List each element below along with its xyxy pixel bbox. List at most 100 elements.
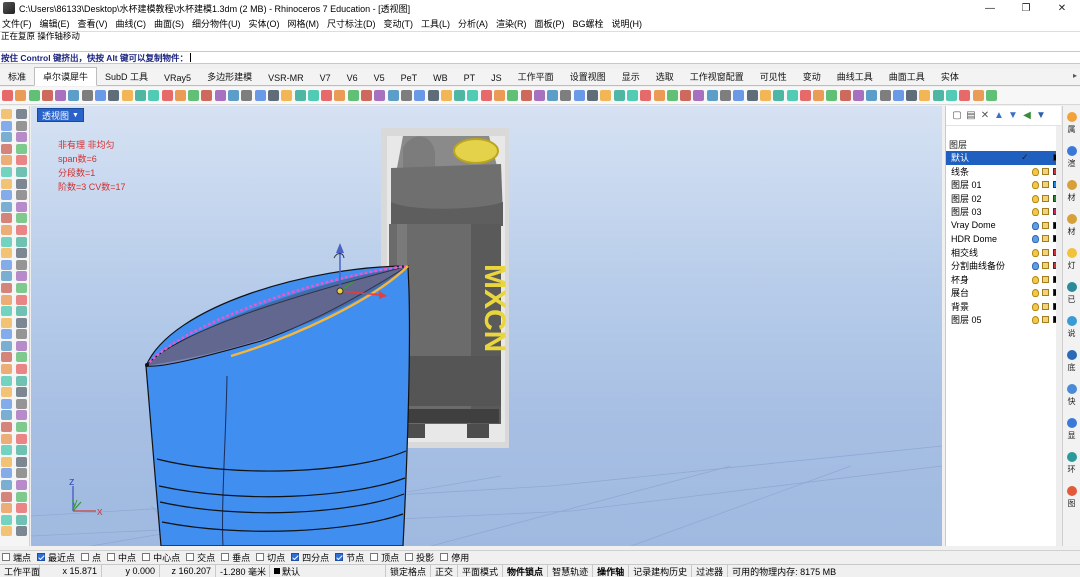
- toolbar-command-icon[interactable]: [839, 90, 851, 101]
- osnap-checkbox[interactable]: [186, 553, 195, 561]
- toolbar-command-icon[interactable]: [959, 90, 971, 101]
- command-line[interactable]: 按住 Control 键挤出，快按 Alt 键可以复制物件：: [0, 51, 1080, 64]
- layer-row[interactable]: 杯身: [946, 273, 1061, 287]
- tool-command-icon[interactable]: [1, 526, 12, 537]
- toolbar-command-icon[interactable]: [759, 90, 771, 101]
- filter-icon[interactable]: ▼: [1036, 110, 1046, 121]
- tool-command-icon[interactable]: [16, 190, 27, 201]
- toolbar-command-icon[interactable]: [161, 90, 173, 101]
- tool-command-icon[interactable]: [16, 456, 27, 467]
- side-panel-tab[interactable]: 环: [1063, 446, 1080, 480]
- toolbar-tab[interactable]: 多边形建模: [199, 68, 260, 85]
- toolbar-tab[interactable]: PeT: [393, 71, 426, 85]
- tool-command-icon[interactable]: [1, 375, 12, 386]
- toolbar-tab[interactable]: 工作平面: [510, 68, 562, 85]
- tool-command-icon[interactable]: [1, 282, 12, 293]
- toolbar-tab[interactable]: 实体: [933, 68, 967, 85]
- tool-command-icon[interactable]: [16, 387, 27, 398]
- status-toggle[interactable]: 平面模式: [458, 564, 504, 577]
- side-panel-tab[interactable]: 已: [1063, 276, 1080, 310]
- toolbar-tab[interactable]: 卓尔谟犀牛: [34, 67, 98, 86]
- toolbar-command-icon[interactable]: [427, 90, 439, 101]
- side-panel-tab[interactable]: 说: [1063, 310, 1080, 344]
- menu-item[interactable]: 说明(H): [612, 17, 643, 30]
- lock-icon[interactable]: [1042, 289, 1049, 296]
- layer-row[interactable]: 展台: [946, 286, 1061, 300]
- tool-command-icon[interactable]: [16, 178, 27, 189]
- layer-row[interactable]: 默认 ✓: [946, 151, 1061, 165]
- menu-item[interactable]: 面板(P): [535, 17, 565, 30]
- status-toggle[interactable]: 操作轴: [593, 564, 630, 577]
- tool-command-icon[interactable]: [16, 213, 27, 224]
- toolbar-command-icon[interactable]: [626, 90, 638, 101]
- tool-command-icon[interactable]: [1, 468, 12, 479]
- toolbar-command-icon[interactable]: [2, 90, 13, 101]
- tool-command-icon[interactable]: [1, 306, 12, 317]
- side-panel-tab[interactable]: 属: [1063, 106, 1080, 140]
- osnap-option[interactable]: 中心点: [142, 551, 180, 564]
- osnap-option[interactable]: 顶点: [370, 551, 399, 564]
- toolbar-command-icon[interactable]: [95, 90, 107, 101]
- tool-command-icon[interactable]: [1, 201, 12, 212]
- toolbar-command-icon[interactable]: [41, 90, 53, 101]
- tool-command-icon[interactable]: [1, 398, 12, 409]
- tool-command-icon[interactable]: [1, 155, 12, 166]
- osnap-checkbox[interactable]: [37, 553, 46, 561]
- toolbar-command-icon[interactable]: [467, 90, 479, 101]
- cup-model[interactable]: [145, 264, 411, 546]
- osnap-option[interactable]: 中点: [107, 551, 136, 564]
- tool-command-icon[interactable]: [16, 166, 27, 177]
- tool-command-icon[interactable]: [1, 109, 12, 119]
- tool-command-icon[interactable]: [1, 456, 12, 467]
- viewport-title-tab[interactable]: 透视图 ▼: [37, 108, 84, 122]
- osnap-checkbox[interactable]: [291, 553, 300, 561]
- tool-command-icon[interactable]: [16, 132, 27, 143]
- toolbar-tab[interactable]: PT: [456, 71, 484, 85]
- tool-command-icon[interactable]: [16, 329, 27, 340]
- toolbar-tab[interactable]: 变动: [795, 68, 829, 85]
- side-panel-tab[interactable]: 渲: [1063, 140, 1080, 174]
- toolbar-command-icon[interactable]: [507, 90, 519, 101]
- layer-row[interactable]: 图层 03: [946, 205, 1061, 219]
- tool-command-icon[interactable]: [16, 271, 27, 282]
- move-down-icon[interactable]: ▼: [1008, 110, 1018, 121]
- toolbar-command-icon[interactable]: [134, 90, 146, 101]
- toolbar-command-icon[interactable]: [294, 90, 306, 101]
- toolbar-command-icon[interactable]: [813, 90, 825, 101]
- toolbar-command-icon[interactable]: [720, 90, 732, 101]
- osnap-option[interactable]: 垂点: [221, 551, 250, 564]
- lock-icon[interactable]: [1042, 194, 1049, 202]
- layer-row[interactable]: 背景: [946, 300, 1061, 314]
- menu-item[interactable]: 查看(V): [78, 17, 108, 30]
- tool-command-icon[interactable]: [16, 109, 27, 119]
- toolbar-command-icon[interactable]: [879, 90, 891, 101]
- status-toggle[interactable]: 锁定格点: [386, 564, 432, 577]
- toolbar-command-icon[interactable]: [228, 90, 240, 101]
- layer-row[interactable]: Vray Dome: [946, 219, 1061, 233]
- side-panel-tab[interactable]: 灯: [1063, 242, 1080, 276]
- side-panel-tab[interactable]: 显: [1063, 412, 1080, 446]
- toolbar-command-icon[interactable]: [985, 90, 997, 101]
- visibility-bulb-icon[interactable]: [1032, 289, 1039, 297]
- toolbar-command-icon[interactable]: [560, 90, 572, 101]
- toolbar-command-icon[interactable]: [746, 90, 758, 101]
- tool-command-icon[interactable]: [16, 468, 27, 479]
- visibility-bulb-icon[interactable]: [1032, 181, 1039, 189]
- toolbar-command-icon[interactable]: [693, 90, 705, 101]
- side-panel-tab[interactable]: 快: [1063, 378, 1080, 412]
- tool-command-icon[interactable]: [16, 248, 27, 259]
- status-cplane[interactable]: 工作平面: [0, 564, 40, 577]
- tool-command-icon[interactable]: [1, 143, 12, 154]
- osnap-option[interactable]: 最近点: [37, 551, 75, 564]
- toolbar-command-icon[interactable]: [414, 90, 426, 101]
- status-toggle[interactable]: 物件锁点: [503, 564, 549, 577]
- toolbar-command-icon[interactable]: [267, 90, 279, 101]
- osnap-checkbox[interactable]: [335, 553, 344, 561]
- status-toggle[interactable]: 智慧轨迹: [548, 564, 594, 577]
- osnap-option[interactable]: 端点: [2, 551, 31, 564]
- menu-item[interactable]: 曲线(C): [116, 17, 147, 30]
- toolbar-command-icon[interactable]: [520, 90, 532, 101]
- perspective-viewport[interactable]: MXCN z y x 透视图 ▼ 非有理 非均匀 span数=6 分段数=1 阶…: [31, 106, 942, 546]
- layer-scrollbar[interactable]: [1056, 126, 1061, 546]
- toolbar-command-icon[interactable]: [480, 90, 492, 101]
